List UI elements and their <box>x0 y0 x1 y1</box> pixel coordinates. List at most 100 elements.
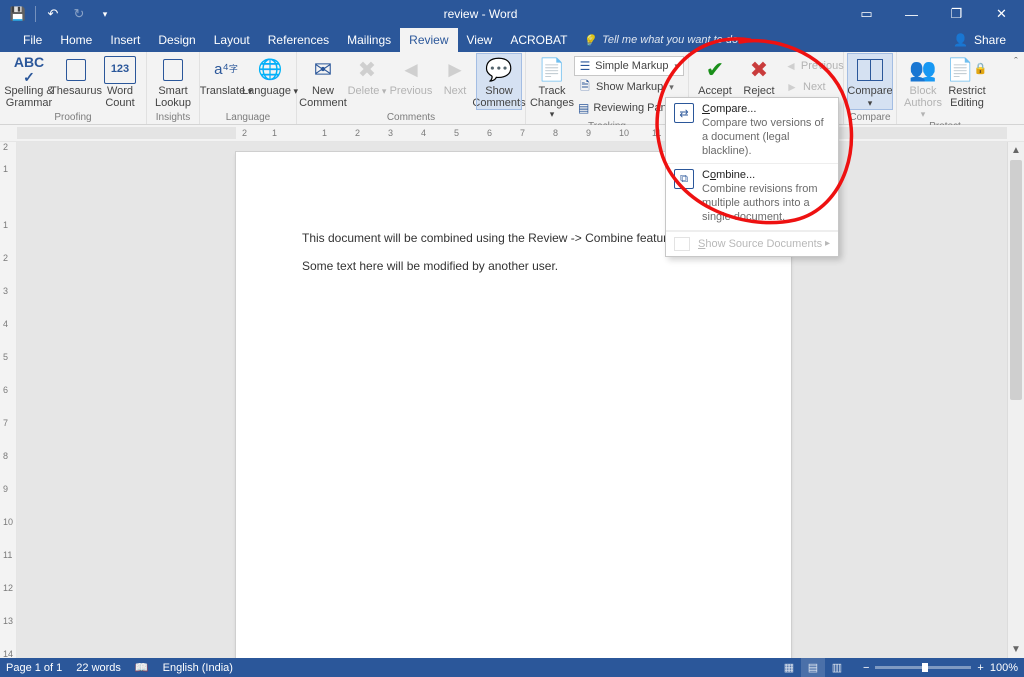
compare-button[interactable]: Compare▾ <box>848 54 892 109</box>
next-comment-button[interactable]: ► Next <box>433 54 477 98</box>
delete-comment-icon: ✖ <box>351 56 383 84</box>
tab-layout[interactable]: Layout <box>205 28 259 52</box>
delete-comment-button[interactable]: ✖ Delete ▾ <box>345 54 389 98</box>
menu-compare[interactable]: ⇄ Compare... Compare two versions of a d… <box>666 98 838 164</box>
previous-comment-button[interactable]: ◄ Previous <box>389 54 433 98</box>
previous-change-button[interactable]: ◄ Previous <box>781 56 839 76</box>
group-comments: ✉ New Comment ✖ Delete ▾ ◄ Previous ► Ne… <box>297 52 526 124</box>
zoom-knob[interactable] <box>922 663 928 672</box>
paragraph[interactable]: This document will be combined using the… <box>302 230 725 247</box>
tab-design[interactable]: Design <box>149 28 204 52</box>
close-icon[interactable]: ✕ <box>979 0 1024 28</box>
restrict-editing-button[interactable]: 📄🔒 Restrict Editing <box>945 54 989 109</box>
save-icon[interactable]: 💾 <box>6 3 30 25</box>
thesaurus-button[interactable]: Thesaurus <box>54 54 98 98</box>
zoom-in-icon[interactable]: + <box>977 662 983 674</box>
share-button[interactable]: 👤 Share <box>935 28 1024 52</box>
group-proofing: ABC✓ Spelling & Grammar Thesaurus 123 Wo… <box>0 52 147 124</box>
ruler-horizontal[interactable]: 2112345678910111213141516 <box>0 125 1024 142</box>
next-change-icon: ► <box>785 80 799 94</box>
translate-icon: a⁴字 <box>210 56 242 84</box>
zoom-level[interactable]: 100% <box>990 662 1018 674</box>
qat-customize-icon[interactable]: ▾ <box>93 3 117 25</box>
show-markup-icon: 🗎 <box>578 77 592 98</box>
menu-compare-desc: Compare two versions of a document (lega… <box>702 117 830 158</box>
minimize-icon[interactable]: — <box>889 0 934 28</box>
menu-combine[interactable]: ⧉ Combine... Combine revisions from mult… <box>666 164 838 230</box>
menu-compare-title: ompare... <box>710 103 756 115</box>
tab-view[interactable]: View <box>458 28 502 52</box>
quick-access-toolbar: 💾 ↶ ↻ ▾ <box>0 3 117 25</box>
collapse-ribbon-icon[interactable]: ˆ <box>1008 52 1024 124</box>
next-comment-icon: ► <box>439 56 471 84</box>
scroll-up-icon[interactable]: ▲ <box>1008 142 1024 159</box>
word-count-icon: 123 <box>104 56 136 84</box>
tab-home[interactable]: Home <box>51 28 101 52</box>
group-protect: 👥 Block Authors ▾ 📄🔒 Restrict Editing Pr… <box>897 52 993 124</box>
word-count-button[interactable]: 123 Word Count <box>98 54 142 109</box>
scroll-thumb[interactable] <box>1010 160 1022 400</box>
ruler-vertical[interactable]: 2112345678910111213141516 <box>0 142 17 658</box>
compare-menu-icon: ⇄ <box>674 103 694 123</box>
reject-icon: ✖ <box>743 56 775 84</box>
status-words[interactable]: 22 words <box>76 662 121 674</box>
show-comments-icon: 💬 <box>483 56 515 84</box>
submenu-arrow-icon: ▸ <box>825 238 830 249</box>
zoom-slider[interactable] <box>875 666 971 669</box>
markup-display-dropdown[interactable]: ☰ Simple Markup▾ <box>574 56 684 76</box>
status-proofread-icon[interactable]: 📖 <box>135 661 149 674</box>
markup-icon: ☰ <box>579 59 591 73</box>
scroll-down-icon[interactable]: ▼ <box>1008 641 1024 658</box>
next-change-button[interactable]: ► Next <box>781 77 839 97</box>
new-comment-button[interactable]: ✉ New Comment <box>301 54 345 109</box>
tab-references[interactable]: References <box>259 28 338 52</box>
restore-icon[interactable]: ❐ <box>934 0 979 28</box>
read-mode-icon[interactable]: ▦ <box>777 658 801 677</box>
zoom-control[interactable]: − + 100% <box>863 662 1018 674</box>
undo-icon[interactable]: ↶ <box>41 3 65 25</box>
group-insights: Smart Lookup Insights <box>147 52 200 124</box>
track-changes-button[interactable]: 📄 Track Changes ▾ <box>530 54 574 121</box>
print-layout-icon[interactable]: ▤ <box>801 658 825 677</box>
combine-menu-icon: ⧉ <box>674 169 694 189</box>
block-authors-button[interactable]: 👥 Block Authors ▾ <box>901 54 945 121</box>
tab-review[interactable]: Review <box>400 28 457 52</box>
smart-lookup-button[interactable]: Smart Lookup <box>151 54 195 109</box>
ribbon-display-icon[interactable]: ▭ <box>844 0 889 28</box>
paragraph[interactable]: Some text here will be modified by anoth… <box>302 258 725 275</box>
thesaurus-icon <box>60 56 92 84</box>
vertical-scrollbar[interactable]: ▲ ▼ <box>1007 142 1024 658</box>
language-button[interactable]: 🌐 Language ▾ <box>248 54 292 98</box>
status-page[interactable]: Page 1 of 1 <box>6 662 62 674</box>
ribbon-tabs: File Home Insert Design Layout Reference… <box>0 28 1024 52</box>
menu-show-source: Show Source Documents ▸ <box>666 231 838 256</box>
spelling-grammar-button[interactable]: ABC✓ Spelling & Grammar <box>4 54 54 109</box>
group-compare: Compare▾ Compare <box>844 52 897 124</box>
titlebar: 💾 ↶ ↻ ▾ review - Word ▭ — ❐ ✕ <box>0 0 1024 28</box>
share-icon: 👤 <box>953 33 968 47</box>
tab-acrobat[interactable]: ACROBAT <box>501 28 576 52</box>
show-source-icon <box>674 237 690 251</box>
tab-mailings[interactable]: Mailings <box>338 28 400 52</box>
web-layout-icon[interactable]: ▥ <box>825 658 849 677</box>
tell-me-search[interactable]: 💡 Tell me what you want to do... <box>582 28 747 52</box>
tab-file[interactable]: File <box>14 28 51 52</box>
show-markup-button[interactable]: 🗎 Show Markup▾ <box>574 77 684 97</box>
status-language[interactable]: English (India) <box>163 662 233 674</box>
statusbar: Page 1 of 1 22 words 📖 English (India) ▦… <box>0 658 1024 677</box>
reviewing-pane-icon: ▤ <box>578 101 589 115</box>
prev-comment-icon: ◄ <box>395 56 427 84</box>
show-comments-button[interactable]: 💬 Show Comments <box>477 54 521 109</box>
group-language: a⁴字 Translate ▾ 🌐 Language ▾ Language <box>200 52 297 124</box>
window-title: review - Word <box>117 7 844 21</box>
ribbon-review: ABC✓ Spelling & Grammar Thesaurus 123 Wo… <box>0 52 1024 125</box>
lightbulb-icon: 💡 <box>582 34 596 47</box>
new-comment-icon: ✉ <box>307 56 339 84</box>
zoom-out-icon[interactable]: − <box>863 662 869 674</box>
document-workspace: 2112345678910111213141516 This document … <box>0 142 1024 658</box>
menu-combine-title: mbine... <box>716 169 755 181</box>
redo-icon[interactable]: ↻ <box>67 3 91 25</box>
tab-insert[interactable]: Insert <box>101 28 149 52</box>
tell-me-placeholder: Tell me what you want to do... <box>602 34 747 46</box>
view-mode-buttons: ▦ ▤ ▥ <box>777 658 849 677</box>
